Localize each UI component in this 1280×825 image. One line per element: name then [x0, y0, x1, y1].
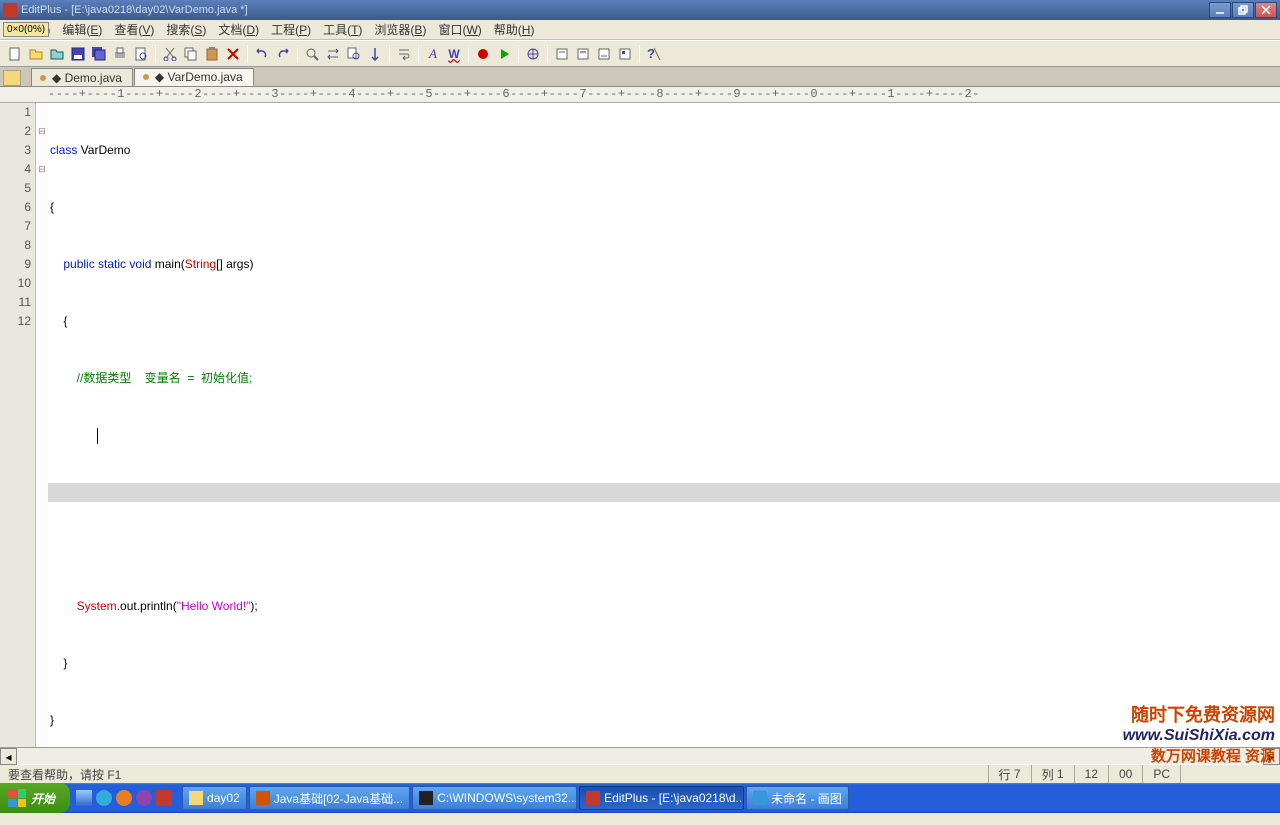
- paste-button[interactable]: [202, 44, 222, 64]
- output-button[interactable]: [594, 44, 614, 64]
- browser-button[interactable]: [523, 44, 543, 64]
- menu-v[interactable]: 查看(V): [108, 20, 160, 39]
- save-button[interactable]: [68, 44, 88, 64]
- menu-t[interactable]: 工具(T): [317, 20, 368, 39]
- scroll-left-button[interactable]: ◂: [0, 748, 17, 765]
- replace-button[interactable]: [323, 44, 343, 64]
- app-icon: [3, 3, 17, 17]
- line-number-gutter: 123456789101112: [0, 103, 36, 747]
- column-ruler: ----+----1----+----2----+----3----+----4…: [0, 87, 1280, 103]
- spellcheck-button[interactable]: W: [444, 44, 464, 64]
- menu-w[interactable]: 窗口(W): [432, 20, 487, 39]
- print-button[interactable]: [110, 44, 130, 64]
- cut-button[interactable]: [160, 44, 180, 64]
- play-macro-button[interactable]: [494, 44, 514, 64]
- text-cursor: [97, 428, 98, 444]
- title-bar: EditPlus - [E:\java0218\day02\VarDemo.ja…: [0, 0, 1280, 20]
- find-button[interactable]: [302, 44, 322, 64]
- copy-button[interactable]: [181, 44, 201, 64]
- windows-logo-icon: [8, 789, 26, 807]
- fold-column[interactable]: ⊟⊟: [36, 103, 48, 747]
- find-in-files-button[interactable]: [344, 44, 364, 64]
- code-editor[interactable]: 123456789101112 ⊟⊟ class VarDemo { publi…: [0, 103, 1280, 747]
- menu-p[interactable]: 工程(P): [265, 20, 317, 39]
- delete-button[interactable]: [223, 44, 243, 64]
- code-content[interactable]: class VarDemo { public static void main(…: [48, 103, 1280, 747]
- tab-Demo-java[interactable]: ◆ Demo.java: [31, 68, 133, 86]
- open-file-button[interactable]: [26, 44, 46, 64]
- open-remote-button[interactable]: [47, 44, 67, 64]
- window-title: EditPlus - [E:\java0218\day02\VarDemo.ja…: [21, 4, 1208, 16]
- save-all-button[interactable]: [89, 44, 109, 64]
- editor-area: ----+----1----+----2----+----3----+----4…: [0, 87, 1280, 764]
- word-wrap-button[interactable]: [394, 44, 414, 64]
- goto-line-button[interactable]: [365, 44, 385, 64]
- new-file-button[interactable]: [5, 44, 25, 64]
- menu-s[interactable]: 搜索(S): [160, 20, 212, 39]
- menu-h[interactable]: 帮助(H): [488, 20, 541, 39]
- cliptext-button[interactable]: [552, 44, 572, 64]
- coords-overlay: 0×0(0%): [3, 22, 49, 37]
- undo-button[interactable]: [252, 44, 272, 64]
- menu-e[interactable]: 编辑(E): [56, 20, 108, 39]
- menu-d[interactable]: 文档(D): [212, 20, 265, 39]
- menu-bar: 文件(F)编辑(E)查看(V)搜索(S)文档(D)工程(P)工具(T)浏览器(B…: [0, 20, 1280, 40]
- restore-button[interactable]: [1232, 2, 1254, 18]
- toolbar: A W ?: [0, 40, 1280, 67]
- help-button[interactable]: ?: [644, 44, 664, 64]
- font-button[interactable]: A: [423, 44, 443, 64]
- tab-VarDemo-java[interactable]: ◆ VarDemo.java: [134, 68, 254, 86]
- menu-b[interactable]: 浏览器(B): [368, 20, 432, 39]
- record-macro-button[interactable]: [473, 44, 493, 64]
- redo-button[interactable]: [273, 44, 293, 64]
- print-preview-button[interactable]: [131, 44, 151, 64]
- document-tabs: ◆ Demo.java◆ VarDemo.java: [0, 67, 1280, 87]
- close-button[interactable]: [1255, 2, 1277, 18]
- directory-button[interactable]: [573, 44, 593, 64]
- current-line-highlight: [48, 483, 1280, 502]
- minimize-button[interactable]: [1209, 2, 1231, 18]
- directory-tab-button[interactable]: [3, 70, 21, 86]
- document-button[interactable]: [615, 44, 635, 64]
